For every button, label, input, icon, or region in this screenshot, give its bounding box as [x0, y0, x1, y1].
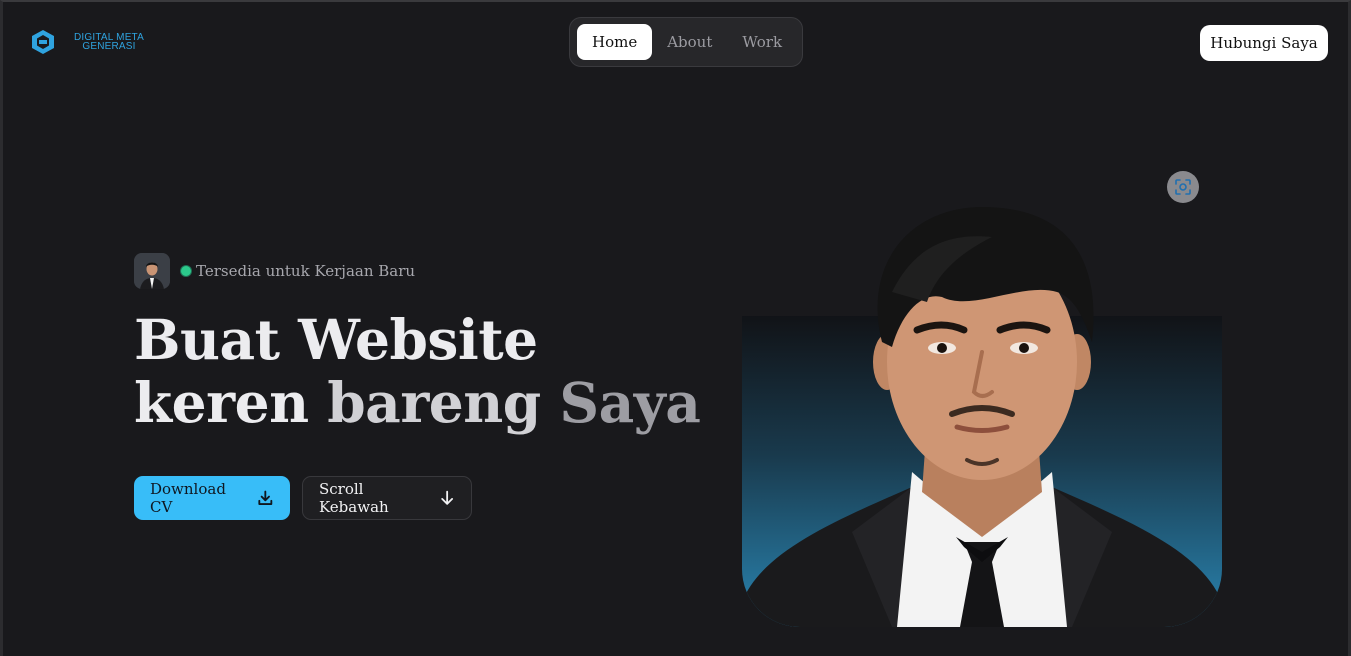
avatar-portrait-icon: [134, 253, 170, 289]
scroll-down-button[interactable]: Scroll Kebawah: [302, 476, 472, 520]
nav-item-home[interactable]: Home: [577, 24, 653, 60]
status-text: Tersedia untuk Kerjaan Baru: [196, 262, 416, 280]
brand-line2: GENERASI: [82, 41, 136, 52]
arrow-down-icon: [440, 490, 453, 505]
focus-scan-icon: [1175, 179, 1191, 195]
hexagon-logo-icon: [32, 30, 54, 54]
nav-item-about[interactable]: About: [652, 24, 727, 60]
brand-name: DIGITAL META GENERASI: [74, 33, 144, 52]
download-cv-button[interactable]: Download CV: [134, 476, 290, 520]
hero-title-line1: Buat Website: [134, 307, 538, 372]
scroll-down-label: Scroll Kebawah: [319, 480, 389, 516]
hero-title-word-keren: keren: [134, 370, 328, 435]
download-cv-label: Download CV: [150, 480, 226, 516]
contact-button[interactable]: Hubungi Saya: [1200, 25, 1328, 61]
nav-item-work[interactable]: Work: [727, 24, 797, 60]
person-portrait-image: [742, 207, 1222, 627]
focus-scan-button[interactable]: [1167, 171, 1199, 203]
hero-title-word-saya: Saya: [559, 370, 701, 435]
brand-logo[interactable]: DIGITAL META GENERASI: [30, 29, 144, 55]
hero-title-word-bareng: bareng: [327, 370, 560, 435]
avatar: [134, 253, 170, 289]
hero-actions: Download CV Scroll Kebawah: [134, 476, 472, 520]
availability-status: Tersedia untuk Kerjaan Baru: [134, 253, 415, 289]
hero-title: Buat Website keren bareng Saya: [134, 307, 701, 435]
main-nav: Home About Work: [569, 17, 803, 67]
status-dot: [181, 266, 191, 276]
profile-photo: [742, 202, 1222, 627]
download-icon: [258, 490, 273, 505]
page: DIGITAL META GENERASI Home About Work Hu…: [0, 0, 1351, 656]
